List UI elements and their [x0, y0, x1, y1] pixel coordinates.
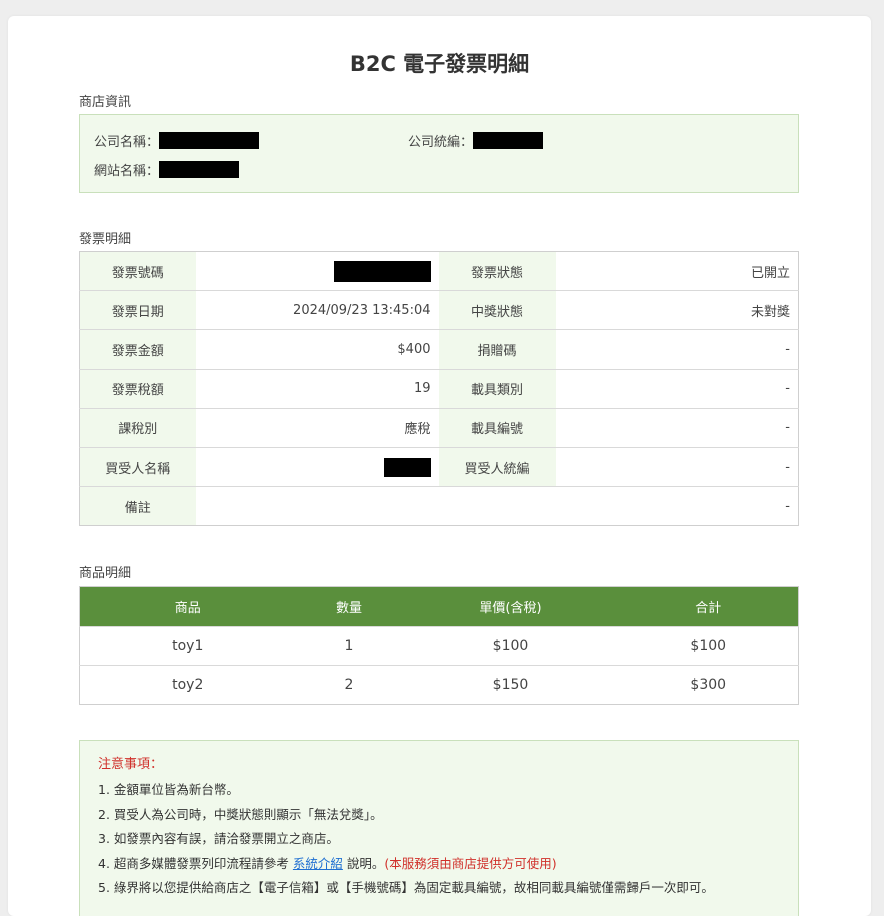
invoice-detail-table: 發票號碼 發票狀態 已開立 發票日期 2024/09/23 13:45:04 中…: [79, 251, 799, 527]
invoice-card: B2C 電子發票明細 商店資訊 公司名稱： 公司統編： 網站名稱： 發票明細 發…: [8, 16, 871, 916]
store-section-label: 商店資訊: [79, 95, 132, 110]
note-item-suffix: 說明。: [346, 855, 385, 871]
table-header-row: 商品 數量 單價(含稅) 合計: [79, 586, 799, 627]
website-name-redacted: [159, 161, 240, 178]
note-item: 2. 買受人為公司時，中獎狀態則顯示「無法兌獎」。: [98, 806, 383, 822]
notes-title: 注意事項：: [98, 757, 164, 772]
note-item: 1. 金額單位皆為新台幣。: [98, 782, 239, 797]
company-id-redacted: [473, 132, 544, 149]
item-product: toy1: [79, 626, 296, 666]
carrier-number-value: -: [555, 407, 799, 448]
company-name-redacted: [159, 132, 260, 149]
invoice-status-label: 發票狀態: [438, 251, 556, 291]
page-title: B2C 電子發票明細: [349, 52, 530, 76]
prize-status-label: 中獎狀態: [438, 290, 556, 330]
buyer-name-value: [195, 446, 439, 487]
buyer-name-redacted: [383, 457, 431, 477]
company-id-label: 公司統編：: [408, 135, 474, 150]
note-item: 5. 綠界將以您提供給商店之【電子信箱】或【手機號碼】為固定載具編號，故相同載具…: [98, 880, 714, 895]
table-row: 買受人名稱 買受人統編 -: [79, 446, 799, 487]
invoice-number-redacted: [333, 260, 431, 282]
donation-code-label: 捐贈碼: [438, 329, 556, 370]
carrier-type-label: 載具類別: [438, 368, 556, 409]
note-item-warning: (本服務須由商店提供方可使用): [384, 855, 557, 871]
invoice-date-label: 發票日期: [79, 290, 196, 330]
table-row: 課稅別 應稅 載具編號 -: [79, 407, 799, 448]
system-intro-link[interactable]: 系統介紹: [293, 856, 343, 871]
invoice-tax-value: 19: [195, 368, 439, 409]
table-row: 發票金額 $400 捐贈碼 -: [79, 329, 799, 370]
invoice-section-label: 發票明細: [79, 232, 132, 247]
note-item: 4. 超商多媒體發票列印流程請參考 系統介紹 說明。(本服務須由商店提供方可使用…: [98, 852, 780, 877]
col-header-product: 商品: [79, 586, 296, 627]
item-total: $100: [618, 626, 799, 666]
invoice-number-label: 發票號碼: [79, 251, 196, 291]
table-row: 備註 -: [79, 486, 799, 526]
remark-label: 備註: [79, 486, 196, 526]
notes-list: 1. 金額單位皆為新台幣。 2. 買受人為公司時，中獎狀態則顯示「無法兌獎」。 …: [98, 778, 780, 901]
item-product: toy2: [79, 665, 296, 705]
donation-code-value: -: [555, 329, 799, 370]
items-table: 商品 數量 單價(含稅) 合計 toy1 1 $100 $100 toy2 2 …: [79, 586, 799, 705]
invoice-amount-value: $400: [195, 329, 439, 370]
carrier-number-label: 載具編號: [438, 407, 556, 448]
item-total: $300: [618, 665, 799, 705]
website-name-label: 網站名稱：: [94, 164, 160, 179]
carrier-type-value: -: [555, 368, 799, 409]
invoice-number-value: [195, 251, 439, 291]
items-section-label: 商品明細: [79, 566, 132, 581]
col-header-total: 合計: [618, 586, 799, 627]
prize-status-value: 未對獎: [555, 290, 799, 330]
item-quantity: 1: [295, 626, 403, 666]
buyer-id-label: 買受人統編: [438, 446, 556, 487]
item-quantity: 2: [295, 665, 403, 705]
note-item: 3. 如發票內容有誤，請洽發票開立之商店。: [98, 831, 339, 846]
note-item-text: 4. 超商多媒體發票列印流程請參考: [98, 855, 289, 871]
invoice-amount-label: 發票金額: [79, 329, 196, 370]
table-row: 發票稅額 19 載具類別 -: [79, 368, 799, 409]
item-unit-price: $100: [402, 626, 619, 666]
table-row: toy1 1 $100 $100: [79, 626, 799, 666]
company-id-field: 公司統編：: [408, 131, 544, 150]
col-header-quantity: 數量: [295, 586, 403, 627]
notes-box: 注意事項： 1. 金額單位皆為新台幣。 2. 買受人為公司時，中獎狀態則顯示「無…: [79, 740, 799, 916]
company-name-field: 公司名稱：: [94, 131, 260, 150]
col-header-unit-price: 單價(含稅): [402, 586, 619, 627]
item-unit-price: $150: [402, 665, 619, 705]
table-row: 發票日期 2024/09/23 13:45:04 中獎狀態 未對獎: [79, 290, 799, 330]
tax-type-label: 課稅別: [79, 407, 196, 448]
company-name-label: 公司名稱：: [94, 135, 160, 150]
store-info-box: 公司名稱： 公司統編： 網站名稱：: [79, 114, 799, 193]
buyer-id-value: -: [555, 446, 799, 487]
invoice-tax-label: 發票稅額: [79, 368, 196, 409]
remark-value: -: [195, 486, 799, 526]
buyer-name-label: 買受人名稱: [79, 446, 196, 487]
invoice-status-value: 已開立: [555, 251, 799, 291]
table-row: toy2 2 $150 $300: [79, 665, 799, 705]
table-row: 發票號碼 發票狀態 已開立: [79, 251, 799, 291]
website-name-field: 網站名稱：: [94, 160, 240, 179]
invoice-date-value: 2024/09/23 13:45:04: [195, 290, 439, 330]
tax-type-value: 應稅: [195, 407, 439, 448]
